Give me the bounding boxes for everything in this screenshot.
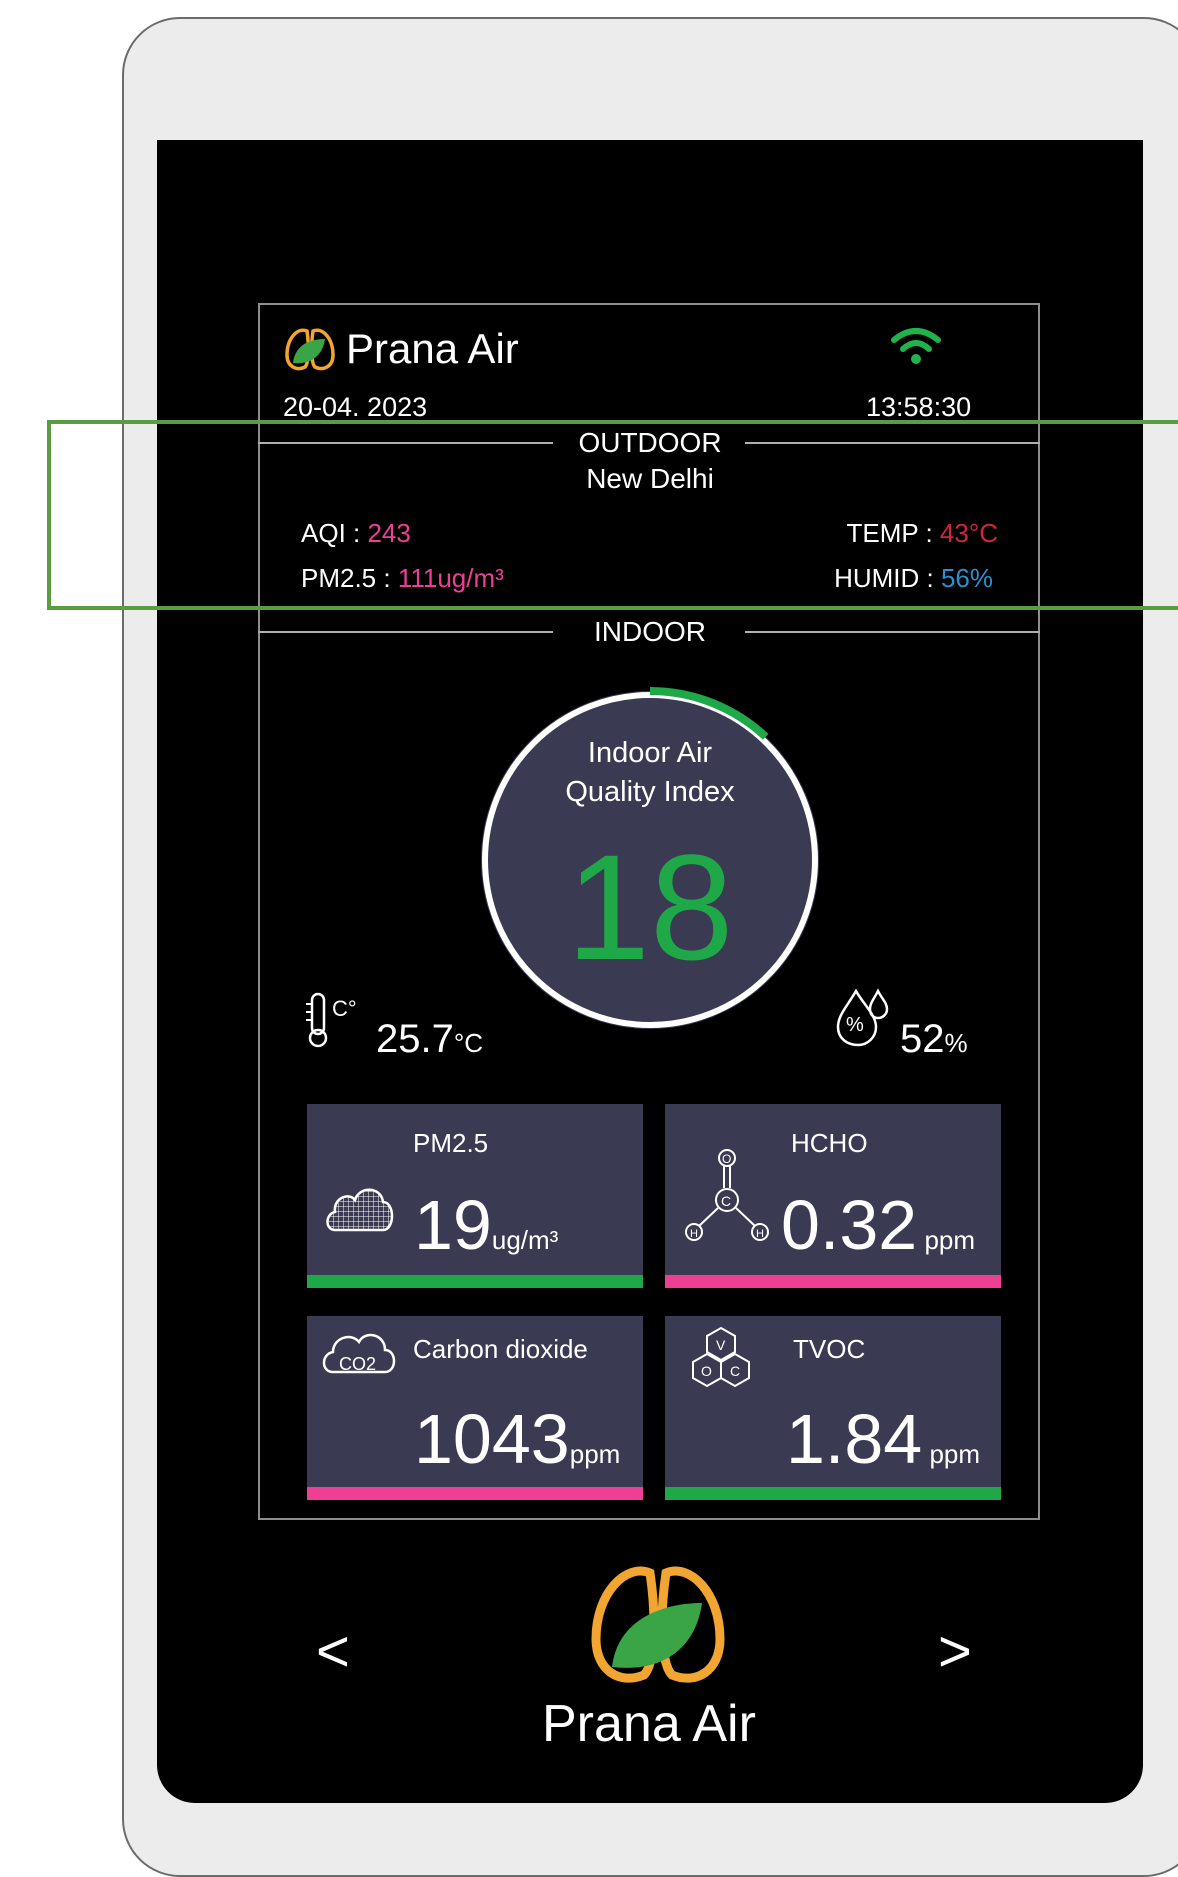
hcho-card-number: 0.32: [781, 1186, 918, 1264]
co2-card[interactable]: CO2 Carbon dioxide 1043ppm: [307, 1316, 643, 1500]
co2-card-title: Carbon dioxide: [413, 1334, 588, 1364]
footer-brand: Prana Air: [542, 1695, 756, 1753]
wifi-icon: [891, 328, 941, 364]
svg-text:C: C: [730, 1363, 740, 1379]
iaqi-value: 18: [566, 823, 734, 991]
lungs-leaf-icon: [591, 1566, 725, 1683]
iaqi-title-line1: Indoor Air: [587, 737, 713, 769]
hcho-card-value: 0.32 ppm: [781, 1190, 975, 1260]
pm25-card-title: PM2.5: [413, 1128, 489, 1158]
svg-text:%: %: [846, 1014, 864, 1036]
current-time: 13:58:30: [866, 392, 972, 422]
svg-text:C: C: [721, 1193, 731, 1209]
indoor-humidity-value: 52: [900, 1017, 945, 1061]
indoor-humidity-unit: %: [944, 1028, 968, 1058]
hcho-card-title: HCHO: [791, 1128, 868, 1158]
co2-card-number: 1043: [414, 1400, 570, 1478]
lungs-leaf-icon: [285, 328, 335, 371]
svg-text:O: O: [722, 1152, 731, 1166]
brand-name: Prana Air: [346, 325, 519, 372]
hcho-status-bar: [665, 1275, 1001, 1288]
next-button[interactable]: >: [938, 1618, 972, 1685]
tvoc-card-number: 1.84: [786, 1400, 923, 1478]
hcho-card-unit: ppm: [917, 1225, 976, 1255]
tvoc-card-value: 1.84 ppm: [786, 1404, 980, 1474]
pm25-status-bar: [307, 1275, 643, 1288]
cloud-dust-icon: [326, 1188, 394, 1232]
co2-status-bar: [307, 1487, 643, 1500]
co2-card-unit: ppm: [569, 1439, 621, 1469]
svg-text:H: H: [690, 1228, 698, 1240]
divider: [258, 631, 553, 633]
pm25-card[interactable]: PM2.5 19ug/m³: [307, 1104, 643, 1288]
indoor-temperature: 25.7°C: [376, 1017, 483, 1062]
voc-molecule-icon: V O C: [692, 1326, 750, 1388]
iaqi-title-line2: Quality Index: [565, 776, 735, 808]
co2-cloud-icon: CO2: [322, 1333, 396, 1374]
indoor-temperature-unit: °C: [453, 1028, 484, 1058]
svg-text:H: H: [756, 1228, 764, 1240]
pm25-card-number: 19: [414, 1186, 492, 1264]
tvoc-status-bar: [665, 1487, 1001, 1500]
tvoc-card-title: TVOC: [793, 1334, 866, 1364]
hcho-card[interactable]: HCHO O C H H 0.32 ppm: [665, 1104, 1001, 1288]
humidity-drop-icon: %: [836, 988, 889, 1047]
indoor-humidity: 52%: [900, 1017, 968, 1062]
current-date: 20-04. 2023: [283, 392, 428, 422]
indoor-temperature-value: 25.7: [376, 1017, 454, 1061]
svg-text:C°: C°: [332, 996, 357, 1021]
svg-text:CO2: CO2: [339, 1354, 376, 1374]
pm25-card-unit: ug/m³: [491, 1225, 559, 1255]
indoor-section-label: INDOOR: [594, 616, 706, 647]
pm25-card-value: 19ug/m³: [414, 1190, 558, 1260]
svg-text:V: V: [716, 1337, 726, 1353]
outdoor-highlight-box: [47, 420, 1178, 610]
co2-card-value: 1043ppm: [414, 1404, 620, 1474]
prev-button[interactable]: <: [316, 1618, 350, 1685]
tvoc-card[interactable]: V O C TVOC 1.84 ppm: [665, 1316, 1001, 1500]
formaldehyde-molecule-icon: O C H H: [685, 1149, 769, 1241]
divider: [745, 631, 1040, 633]
svg-text:O: O: [701, 1363, 712, 1379]
thermometer-icon: C°: [306, 992, 357, 1048]
tvoc-card-unit: ppm: [922, 1439, 981, 1469]
